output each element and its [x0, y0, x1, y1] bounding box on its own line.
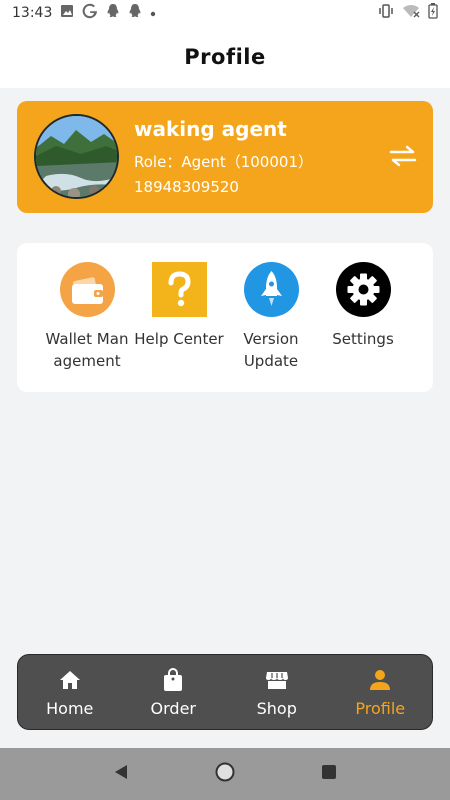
swap-icon[interactable]: [389, 144, 417, 168]
home-icon: [57, 667, 83, 693]
battery-icon: [428, 3, 438, 23]
nav-label: Shop: [256, 699, 297, 718]
person-icon: [367, 667, 393, 693]
menu-item-version-update[interactable]: Version Update: [221, 262, 321, 372]
avatar[interactable]: [34, 114, 119, 199]
nav-item-shop[interactable]: Shop: [225, 655, 329, 729]
nav-item-order[interactable]: Order: [122, 655, 226, 729]
nav-label: Order: [150, 699, 196, 718]
menu-item-wallet-management[interactable]: Wallet Man agement: [37, 262, 137, 372]
status-bar: 13:43: [0, 0, 450, 26]
menu-label: Version Update: [243, 330, 299, 370]
bag-icon: [160, 667, 186, 693]
system-nav-bar: [0, 748, 450, 800]
nav-item-home[interactable]: Home: [18, 655, 122, 729]
wallet-icon: [59, 262, 115, 317]
app-header: Profile: [0, 26, 450, 88]
nav-item-profile[interactable]: Profile: [329, 655, 433, 729]
dot-icon: [150, 5, 156, 21]
user-phone: 18948309520: [134, 178, 239, 196]
google-icon: [82, 3, 98, 23]
profile-card[interactable]: waking agent Role：Agent（100001） 18948309…: [17, 101, 433, 213]
recents-icon[interactable]: [320, 763, 338, 785]
question-icon: [151, 262, 207, 317]
menu-item-help-center[interactable]: Help Center: [129, 262, 229, 350]
wifi-icon: [402, 4, 420, 22]
menu-label: Help Center: [134, 330, 224, 348]
qq-icon: [128, 3, 142, 23]
vibrate-icon: [378, 4, 394, 22]
status-time: 13:43: [12, 5, 53, 21]
home-circle-icon[interactable]: [214, 761, 236, 787]
nav-label: Profile: [355, 699, 406, 718]
user-name: waking agent: [134, 117, 287, 141]
menu-label: Wallet Man agement: [45, 330, 129, 370]
gear-icon: [335, 262, 391, 317]
image-icon: [60, 4, 74, 22]
rocket-icon: [243, 262, 299, 317]
bottom-nav: Home Order Shop Profile: [17, 654, 433, 730]
user-role: Role：Agent（100001）: [134, 153, 313, 171]
qq-icon: [106, 3, 120, 23]
page-title: Profile: [184, 45, 266, 69]
menu-item-settings[interactable]: Settings: [313, 262, 413, 350]
shop-icon: [264, 667, 290, 693]
nav-label: Home: [46, 699, 94, 718]
back-icon[interactable]: [112, 763, 130, 785]
menu-label: Settings: [332, 330, 394, 348]
menu-card: Wallet Man agement Help Center Version U…: [17, 243, 433, 392]
